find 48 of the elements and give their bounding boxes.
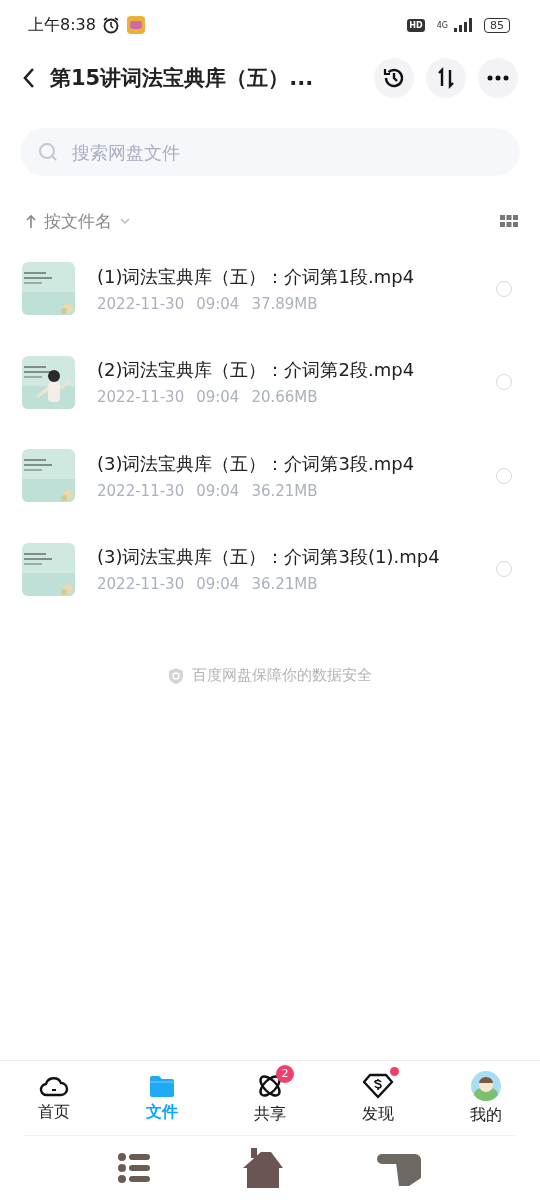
battery-level: 85 <box>484 17 510 33</box>
tab-bar-item[interactable]: 我的 <box>432 1061 540 1135</box>
hd-indicator: HD <box>407 18 425 32</box>
shield-icon <box>168 666 184 685</box>
home-house-icon[interactable] <box>241 1146 285 1190</box>
alarm-icon <box>101 16 120 34</box>
folder-title: 第15讲词法宝典库（五）... <box>50 65 315 92</box>
network-type: 4G <box>436 20 448 30</box>
file-date: 2022-11-30 <box>97 388 185 407</box>
avatar-icon <box>471 1070 501 1101</box>
file-time: 09:04 <box>196 294 240 313</box>
file-time: 09:04 <box>196 388 240 407</box>
more-button[interactable] <box>478 58 518 98</box>
file-size: 20.66MB <box>251 388 318 407</box>
file-size: 36.21MB <box>251 575 318 594</box>
tab-bar-item[interactable]: 首页 <box>0 1061 108 1135</box>
grid-view-icon[interactable] <box>500 215 518 227</box>
notification-badge: 2 <box>276 1065 294 1083</box>
back-icon[interactable] <box>22 67 36 89</box>
sort-arrow-icon <box>26 214 36 228</box>
history-button[interactable] <box>374 58 414 98</box>
file-date: 2022-11-30 <box>97 575 185 594</box>
status-time: 上午8:38 <box>28 14 96 36</box>
search-bar[interactable]: 搜索网盘文件 <box>20 128 520 176</box>
file-time: 09:04 <box>196 575 240 594</box>
history-icon <box>382 66 406 90</box>
file-time: 09:04 <box>196 481 240 500</box>
transfer-button[interactable] <box>426 58 466 98</box>
file-date: 2022-11-30 <box>97 481 185 500</box>
more-icon <box>487 75 509 81</box>
file-name[interactable]: (3)词法宝典库（五）：介词第3段.mp4 <box>97 451 474 476</box>
file-name[interactable]: (2)词法宝典库（五）：介词第2段.mp4 <box>97 358 474 383</box>
tab-bar-item[interactable]: 共享 2 <box>216 1061 324 1135</box>
app-notification-icon <box>125 15 146 35</box>
file-size: 36.21MB <box>251 481 318 500</box>
search-field[interactable]: 搜索网盘文件 <box>70 140 502 164</box>
sort-label[interactable]: 按文件名 <box>44 209 112 233</box>
file-name[interactable]: (3)词法宝典库（五）：介词第3段(1).mp4 <box>97 545 474 570</box>
security-note: 百度网盘保障你的数据安全 <box>192 666 372 685</box>
search-icon <box>38 142 58 162</box>
file-name[interactable]: (1)词法宝典库（五）：介词第1段.mp4 <box>97 264 474 289</box>
file-size: 37.89MB <box>251 294 318 313</box>
tab-bar-item[interactable]: 发现 <box>324 1061 432 1135</box>
folder-icon <box>148 1073 176 1098</box>
menu-icon[interactable] <box>117 1152 151 1184</box>
file-date: 2022-11-30 <box>97 294 185 313</box>
signal-icon <box>454 18 474 32</box>
diamond-dollar-icon <box>362 1071 394 1100</box>
